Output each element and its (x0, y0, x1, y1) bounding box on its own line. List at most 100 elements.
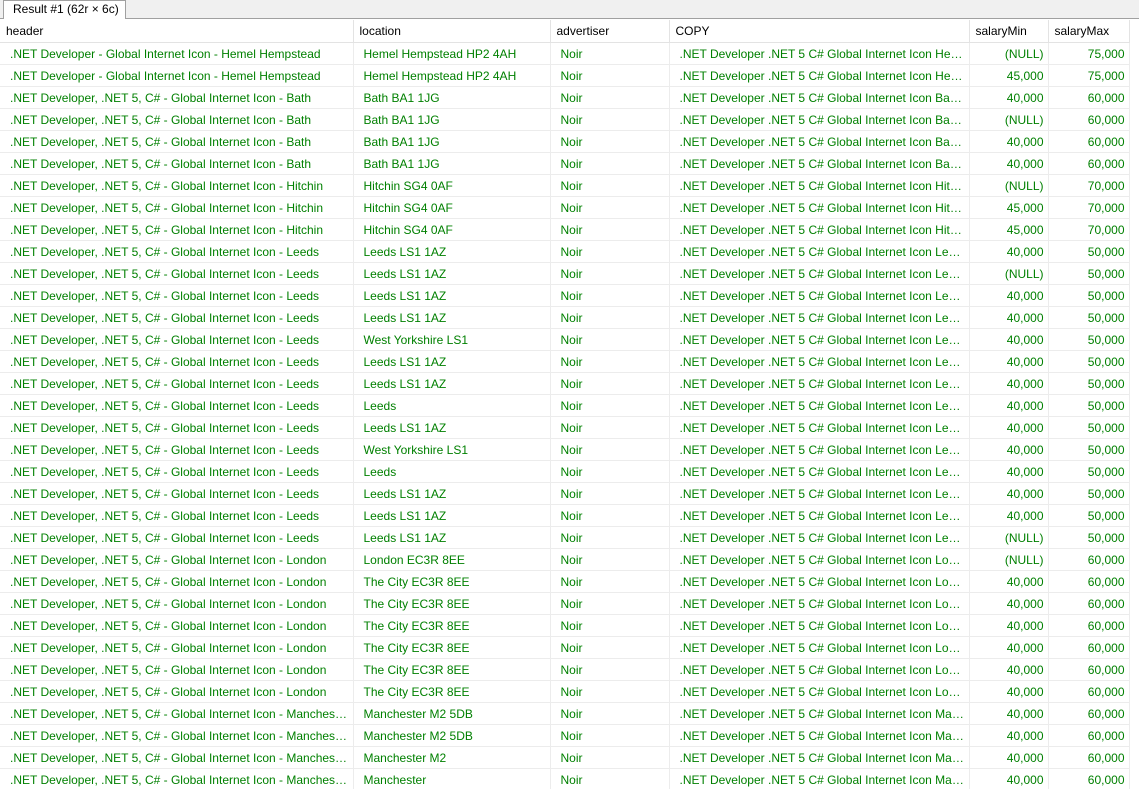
cell-copy[interactable]: .NET Developer .NET 5 C# Global Internet… (669, 768, 970, 789)
cell-copy[interactable]: .NET Developer .NET 5 C# Global Internet… (669, 658, 970, 681)
cell-salarymax[interactable]: 70,000 (1048, 196, 1130, 219)
cell-salarymax[interactable]: 60,000 (1048, 768, 1130, 789)
cell-location[interactable]: Leeds LS1 1AZ (353, 416, 551, 439)
cell-location[interactable]: Manchester M2 5DB (353, 724, 551, 747)
cell-location[interactable]: Bath BA1 1JG (353, 86, 551, 109)
cell-salarymax[interactable]: 60,000 (1048, 702, 1130, 725)
table-row[interactable]: .NET Developer, .NET 5, C# - Global Inte… (0, 108, 1130, 131)
cell-advertiser[interactable]: Noir (550, 86, 670, 109)
cell-copy[interactable]: .NET Developer .NET 5 C# Global Internet… (669, 240, 970, 263)
cell-location[interactable]: Leeds LS1 1AZ (353, 350, 551, 373)
cell-copy[interactable]: .NET Developer .NET 5 C# Global Internet… (669, 42, 970, 65)
cell-header[interactable]: .NET Developer, .NET 5, C# - Global Inte… (0, 108, 354, 131)
cell-advertiser[interactable]: Noir (550, 196, 670, 219)
cell-header[interactable]: .NET Developer, .NET 5, C# - Global Inte… (0, 548, 354, 571)
cell-salarymin[interactable]: 40,000 (969, 482, 1049, 505)
cell-salarymax[interactable]: 60,000 (1048, 614, 1130, 637)
table-row[interactable]: .NET Developer, .NET 5, C# - Global Inte… (0, 306, 1130, 329)
cell-location[interactable]: West Yorkshire LS1 (353, 438, 551, 461)
cell-location[interactable]: Leeds LS1 1AZ (353, 240, 551, 263)
cell-salarymax[interactable]: 50,000 (1048, 504, 1130, 527)
cell-header[interactable]: .NET Developer, .NET 5, C# - Global Inte… (0, 658, 354, 681)
cell-salarymin[interactable]: (NULL) (969, 548, 1049, 571)
cell-salarymin[interactable]: 40,000 (969, 86, 1049, 109)
cell-salarymax[interactable]: 75,000 (1048, 42, 1130, 65)
cell-salarymin[interactable]: 40,000 (969, 702, 1049, 725)
cell-advertiser[interactable]: Noir (550, 482, 670, 505)
cell-salarymin[interactable]: 40,000 (969, 614, 1049, 637)
cell-header[interactable]: .NET Developer, .NET 5, C# - Global Inte… (0, 196, 354, 219)
table-row[interactable]: .NET Developer, .NET 5, C# - Global Inte… (0, 416, 1130, 439)
table-row[interactable]: .NET Developer, .NET 5, C# - Global Inte… (0, 196, 1130, 219)
cell-salarymin[interactable]: 40,000 (969, 746, 1049, 769)
cell-salarymax[interactable]: 60,000 (1048, 152, 1130, 175)
cell-location[interactable]: Leeds LS1 1AZ (353, 504, 551, 527)
cell-location[interactable]: Leeds LS1 1AZ (353, 284, 551, 307)
column-header-header[interactable]: header (0, 20, 354, 43)
table-row[interactable]: .NET Developer, .NET 5, C# - Global Inte… (0, 526, 1130, 549)
cell-copy[interactable]: .NET Developer .NET 5 C# Global Internet… (669, 350, 970, 373)
cell-header[interactable]: .NET Developer, .NET 5, C# - Global Inte… (0, 262, 354, 285)
cell-salarymax[interactable]: 60,000 (1048, 680, 1130, 703)
table-row[interactable]: .NET Developer, .NET 5, C# - Global Inte… (0, 746, 1130, 769)
cell-advertiser[interactable]: Noir (550, 504, 670, 527)
cell-salarymax[interactable]: 60,000 (1048, 636, 1130, 659)
table-row[interactable]: .NET Developer, .NET 5, C# - Global Inte… (0, 636, 1130, 659)
cell-header[interactable]: .NET Developer, .NET 5, C# - Global Inte… (0, 218, 354, 241)
table-row[interactable]: .NET Developer, .NET 5, C# - Global Inte… (0, 482, 1130, 505)
cell-location[interactable]: Hitchin SG4 0AF (353, 196, 551, 219)
table-row[interactable]: .NET Developer, .NET 5, C# - Global Inte… (0, 724, 1130, 747)
cell-salarymin[interactable]: 40,000 (969, 240, 1049, 263)
cell-copy[interactable]: .NET Developer .NET 5 C# Global Internet… (669, 152, 970, 175)
cell-header[interactable]: .NET Developer, .NET 5, C# - Global Inte… (0, 416, 354, 439)
column-header-advertiser[interactable]: advertiser (550, 20, 670, 43)
table-row[interactable]: .NET Developer, .NET 5, C# - Global Inte… (0, 240, 1130, 263)
cell-advertiser[interactable]: Noir (550, 416, 670, 439)
cell-copy[interactable]: .NET Developer .NET 5 C# Global Internet… (669, 306, 970, 329)
cell-salarymax[interactable]: 60,000 (1048, 746, 1130, 769)
cell-header[interactable]: .NET Developer, .NET 5, C# - Global Inte… (0, 86, 354, 109)
table-row[interactable]: .NET Developer, .NET 5, C# - Global Inte… (0, 262, 1130, 285)
cell-copy[interactable]: .NET Developer .NET 5 C# Global Internet… (669, 196, 970, 219)
cell-header[interactable]: .NET Developer, .NET 5, C# - Global Inte… (0, 746, 354, 769)
cell-salarymax[interactable]: 70,000 (1048, 174, 1130, 197)
cell-location[interactable]: Leeds LS1 1AZ (353, 306, 551, 329)
cell-salarymin[interactable]: 40,000 (969, 768, 1049, 789)
cell-salarymin[interactable]: 40,000 (969, 658, 1049, 681)
cell-advertiser[interactable]: Noir (550, 130, 670, 153)
cell-salarymax[interactable]: 50,000 (1048, 526, 1130, 549)
cell-location[interactable]: Leeds (353, 394, 551, 417)
cell-advertiser[interactable]: Noir (550, 394, 670, 417)
cell-header[interactable]: .NET Developer, .NET 5, C# - Global Inte… (0, 636, 354, 659)
cell-advertiser[interactable]: Noir (550, 570, 670, 593)
cell-advertiser[interactable]: Noir (550, 240, 670, 263)
cell-copy[interactable]: .NET Developer .NET 5 C# Global Internet… (669, 394, 970, 417)
cell-salarymin[interactable]: 40,000 (969, 570, 1049, 593)
cell-copy[interactable]: .NET Developer .NET 5 C# Global Internet… (669, 108, 970, 131)
cell-copy[interactable]: .NET Developer .NET 5 C# Global Internet… (669, 130, 970, 153)
cell-salarymin[interactable]: 40,000 (969, 350, 1049, 373)
cell-advertiser[interactable]: Noir (550, 438, 670, 461)
cell-header[interactable]: .NET Developer, .NET 5, C# - Global Inte… (0, 614, 354, 637)
cell-header[interactable]: .NET Developer, .NET 5, C# - Global Inte… (0, 724, 354, 747)
cell-copy[interactable]: .NET Developer .NET 5 C# Global Internet… (669, 372, 970, 395)
table-row[interactable]: .NET Developer, .NET 5, C# - Global Inte… (0, 284, 1130, 307)
cell-salarymax[interactable]: 60,000 (1048, 108, 1130, 131)
column-header-location[interactable]: location (353, 20, 551, 43)
cell-salarymax[interactable]: 50,000 (1048, 460, 1130, 483)
cell-salarymax[interactable]: 50,000 (1048, 306, 1130, 329)
cell-advertiser[interactable]: Noir (550, 658, 670, 681)
cell-salarymin[interactable]: 40,000 (969, 438, 1049, 461)
cell-advertiser[interactable]: Noir (550, 702, 670, 725)
cell-copy[interactable]: .NET Developer .NET 5 C# Global Internet… (669, 218, 970, 241)
cell-location[interactable]: The City EC3R 8EE (353, 658, 551, 681)
cell-salarymin[interactable]: (NULL) (969, 42, 1049, 65)
cell-advertiser[interactable]: Noir (550, 262, 670, 285)
cell-location[interactable]: Leeds LS1 1AZ (353, 372, 551, 395)
cell-copy[interactable]: .NET Developer .NET 5 C# Global Internet… (669, 570, 970, 593)
cell-copy[interactable]: .NET Developer .NET 5 C# Global Internet… (669, 174, 970, 197)
cell-advertiser[interactable]: Noir (550, 548, 670, 571)
cell-location[interactable]: Manchester M2 5DB (353, 702, 551, 725)
cell-salarymin[interactable]: 40,000 (969, 328, 1049, 351)
cell-salarymax[interactable]: 60,000 (1048, 658, 1130, 681)
